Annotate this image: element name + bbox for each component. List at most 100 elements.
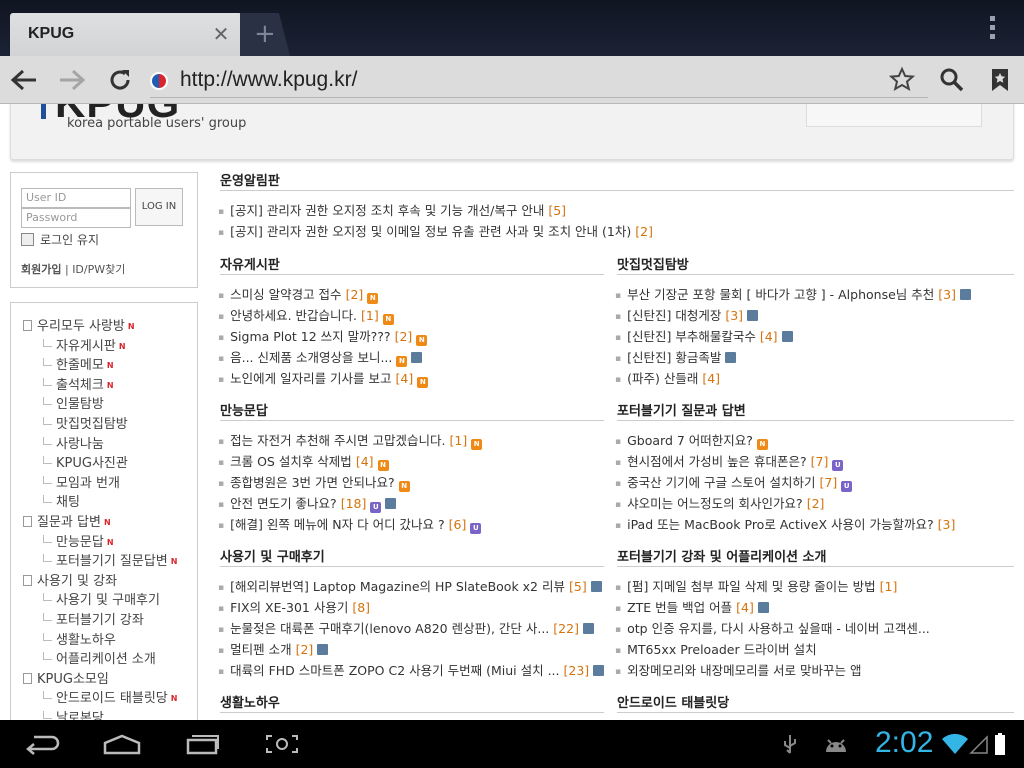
post-title[interactable]: [펌] 지메일 첨부 파일 삭제 및 용량 줄이는 방법 <box>627 579 876 594</box>
sidebar-item[interactable]: 생활노하우 <box>43 629 116 648</box>
keep-login-checkbox[interactable]: 로그인 유지 <box>21 231 99 248</box>
sidebar-item[interactable]: KPUG소모임 <box>23 668 109 687</box>
password-input[interactable]: Password <box>21 208 131 228</box>
post-title[interactable]: 대륙의 FHD 스마트폰 ZOPO C2 사용기 두번째 (Miui 설치 ..… <box>230 663 559 678</box>
sidebar-item[interactable]: 사용기 및 구매후기 <box>43 589 160 608</box>
back-button[interactable] <box>6 62 42 98</box>
reload-button[interactable] <box>102 62 138 98</box>
board-title[interactable]: 포터블기기 강좌 및 어플리케이션 소개 <box>617 546 826 565</box>
browser-tab[interactable]: KPUG ✕ <box>10 13 242 56</box>
post-title[interactable]: [해결] 왼쪽 메뉴에 N자 다 어디 갔나요 ? <box>230 517 445 532</box>
post-title[interactable]: [공지] 관리자 권한 오지정 및 이메일 정보 유출 관련 사과 및 조치 안… <box>230 224 631 239</box>
post-list-item[interactable]: ▪ otp 인증 유지를, 다시 사용하고 싶을때 - 네이버 고객센... <box>615 618 930 637</box>
post-title[interactable]: 노인에게 일자리를 기사를 보고 <box>230 371 391 386</box>
post-title[interactable]: FIX의 XE-301 사용기 <box>230 600 348 615</box>
post-list-item[interactable]: ▪ 부산 기장군 포항 물회 [ 바다가 고향 ] - Alphonse님 추천 [… <box>615 284 971 303</box>
post-list-item[interactable]: ▪ ZTE 번들 백업 어플 [4] <box>615 597 769 616</box>
post-list-item[interactable]: ▪ MT65xx Preloader 드라이버 설치 <box>615 639 817 658</box>
bookmarks-button[interactable] <box>982 62 1018 98</box>
board-title[interactable]: 만능문답 <box>220 400 268 419</box>
header-search-input[interactable] <box>806 104 982 127</box>
board-title[interactable]: 생활노하우 <box>220 692 280 711</box>
login-button[interactable]: LOG IN <box>135 188 183 226</box>
post-list-item[interactable]: ▪ 눈물젖은 대륙폰 구매후기(lenovo A820 렌상판), 간단 사...… <box>218 618 594 637</box>
close-tab-icon[interactable]: ✕ <box>210 23 232 45</box>
post-list-item[interactable]: ▪ 종합병원은 3번 가면 안되나요? N <box>218 472 410 492</box>
url-bar[interactable]: http://www.kpug.kr/ <box>150 64 928 98</box>
post-title[interactable]: 중국산 기기에 구글 스토어 설치하기 <box>627 475 815 490</box>
nav-back-button[interactable] <box>20 728 64 760</box>
post-list-item[interactable]: ▪ (파주) 산들래 [4] <box>615 368 720 387</box>
post-list-item[interactable]: ▪ 음... 신제품 소개영상을 보니... N <box>218 347 423 367</box>
overflow-menu-icon[interactable] <box>982 16 1002 42</box>
sidebar-item[interactable]: 날로본당 <box>43 707 104 720</box>
post-list-item[interactable]: ▪ [신탄진] 대청게장 [3] <box>615 305 759 324</box>
post-title[interactable]: 안전 면도기 좋나요? <box>230 496 337 511</box>
board-title[interactable]: 운영알림판 <box>220 170 280 189</box>
sidebar-item[interactable]: 사랑나눔 <box>43 433 104 452</box>
post-list-item[interactable]: ▪ 크롬 OS 설치후 삭제법 [4] N <box>218 451 389 471</box>
sidebar-item[interactable]: 포터블기기 강좌 <box>43 609 144 628</box>
screenshot-button[interactable] <box>262 728 302 760</box>
sidebar-item[interactable]: 인물탐방 <box>43 393 104 412</box>
post-list-item[interactable]: ▪ [해외리뷰번역] Laptop Magazine의 HP SlateBook … <box>218 576 602 595</box>
sidebar-item[interactable]: 채팅 <box>43 491 80 510</box>
post-title[interactable]: iPad 또는 MacBook Pro로 ActiveX 사용이 가능할까요? <box>627 517 934 532</box>
sidebar-item[interactable]: 한줄메모 N <box>43 354 114 373</box>
nav-recents-button[interactable] <box>180 728 224 760</box>
post-title[interactable]: [공지] 관리자 권한 오지정 조치 후속 및 기능 개선/복구 안내 <box>230 203 544 218</box>
post-list-item[interactable]: ▪ 대륙의 FHD 스마트폰 ZOPO C2 사용기 두번째 (Miui 설치 .… <box>218 660 605 679</box>
post-title[interactable]: [신탄진] 부추해물칼국수 <box>627 329 756 344</box>
post-list-item[interactable]: ▪ Gboard 7 어떠한지요? N <box>615 430 768 450</box>
sidebar-item[interactable]: 자유게시판 N <box>43 335 126 354</box>
post-list-item[interactable]: ▪ Sigma Plot 12 쓰지 말까??? [2] N <box>218 326 428 346</box>
post-title[interactable]: [신탄진] 대청게장 <box>627 308 721 323</box>
board-title[interactable]: 사용기 및 구매후기 <box>220 546 325 565</box>
sidebar-item[interactable]: 출석체크 N <box>43 374 114 393</box>
post-list-item[interactable]: ▪ 외장메모리와 내장메모리를 서로 맞바꾸는 앱 <box>615 660 862 679</box>
sidebar-item[interactable]: 맛집멋집탐방 <box>43 413 128 432</box>
post-title[interactable]: [해외리뷰번역] Laptop Magazine의 HP SlateBook x… <box>230 579 565 594</box>
post-list-item[interactable]: ▪ [공지] 관리자 권한 오지정 조치 후속 및 기능 개선/복구 안내 [5] <box>218 200 566 219</box>
post-title[interactable]: 눈물젖은 대륙폰 구매후기(lenovo A820 렌상판), 간단 사... <box>230 621 549 636</box>
user-id-input[interactable]: User ID <box>21 188 131 208</box>
post-title[interactable]: 부산 기장군 포항 물회 [ 바다가 고향 ] - Alphonse님 추천 <box>627 287 934 302</box>
post-title[interactable]: 접는 자전거 추천해 주시면 고맙겠습니다. <box>230 433 445 448</box>
post-title[interactable]: Sigma Plot 12 쓰지 말까??? <box>230 329 390 344</box>
board-title[interactable]: 안드로이드 태블릿당 <box>617 692 729 711</box>
post-title[interactable]: 현시점에서 가성비 높은 휴대폰은? <box>627 454 807 469</box>
sidebar-item[interactable]: 포터블기기 질문답변 N <box>43 550 177 569</box>
post-list-item[interactable]: ▪ 멀티펜 소개 [2] <box>218 639 329 658</box>
url-text[interactable]: http://www.kpug.kr/ <box>180 68 357 92</box>
post-title[interactable]: MT65xx Preloader 드라이버 설치 <box>627 642 816 657</box>
post-list-item[interactable]: ▪ [신탄진] 부추해물칼국수 [4] <box>615 326 793 345</box>
post-list-item[interactable]: ▪ [펌] 지메일 첨부 파일 삭제 및 용량 줄이는 방법 [1] <box>615 576 897 595</box>
post-title[interactable]: Gboard 7 어떠한지요? <box>627 433 753 448</box>
post-list-item[interactable]: ▪ 현시점에서 가성비 높은 휴대폰은? [7] U <box>615 451 844 471</box>
nav-home-button[interactable] <box>100 728 144 760</box>
post-title[interactable]: 크롬 OS 설치후 삭제법 <box>230 454 352 469</box>
board-title[interactable]: 포터블기기 질문과 답변 <box>617 400 746 419</box>
post-list-item[interactable]: ▪ [공지] 관리자 권한 오지정 및 이메일 정보 유출 관련 사과 및 조치 … <box>218 221 653 240</box>
sidebar-item[interactable]: 만능문답 N <box>43 531 114 550</box>
post-title[interactable]: 멀티펜 소개 <box>230 642 291 657</box>
board-title[interactable]: 맛집멋집탐방 <box>617 254 689 273</box>
post-list-item[interactable]: ▪ 접는 자전거 추천해 주시면 고맙겠습니다. [1] N <box>218 430 483 450</box>
post-list-item[interactable]: ▪ 안전 면도기 좋나요? [18] U <box>218 493 397 513</box>
post-list-item[interactable]: ▪ 중국산 기기에 구글 스토어 설치하기 [7] U <box>615 472 853 492</box>
post-title[interactable]: 외장메모리와 내장메모리를 서로 맞바꾸는 앱 <box>627 663 861 678</box>
post-title[interactable]: 샤오미는 어느정도의 회사인가요? <box>627 496 803 511</box>
post-title[interactable]: [신탄진] 황금족발 <box>627 350 721 365</box>
post-title[interactable]: otp 인증 유지를, 다시 사용하고 싶을때 - 네이버 고객센... <box>627 621 930 636</box>
sidebar-item[interactable]: 우리모두 사랑방 N <box>23 315 135 334</box>
sidebar-item[interactable]: 모임과 번개 <box>43 472 120 491</box>
post-title[interactable]: 음... 신제품 소개영상을 보니... <box>230 350 392 365</box>
sidebar-item[interactable]: KPUG사진관 <box>43 452 128 471</box>
post-list-item[interactable]: ▪ 스미싱 알약경고 접수 [2] N <box>218 284 379 304</box>
post-list-item[interactable]: ▪ 노인에게 일자리를 기사를 보고 [4] N <box>218 368 429 388</box>
sidebar-item[interactable]: 어플리케이션 소개 <box>43 648 156 667</box>
post-title[interactable]: 스미싱 알약경고 접수 <box>230 287 341 302</box>
post-title[interactable]: ZTE 번들 백업 어플 <box>627 600 732 615</box>
search-button[interactable] <box>934 62 970 98</box>
join-link[interactable]: 회원가입 <box>21 263 61 276</box>
